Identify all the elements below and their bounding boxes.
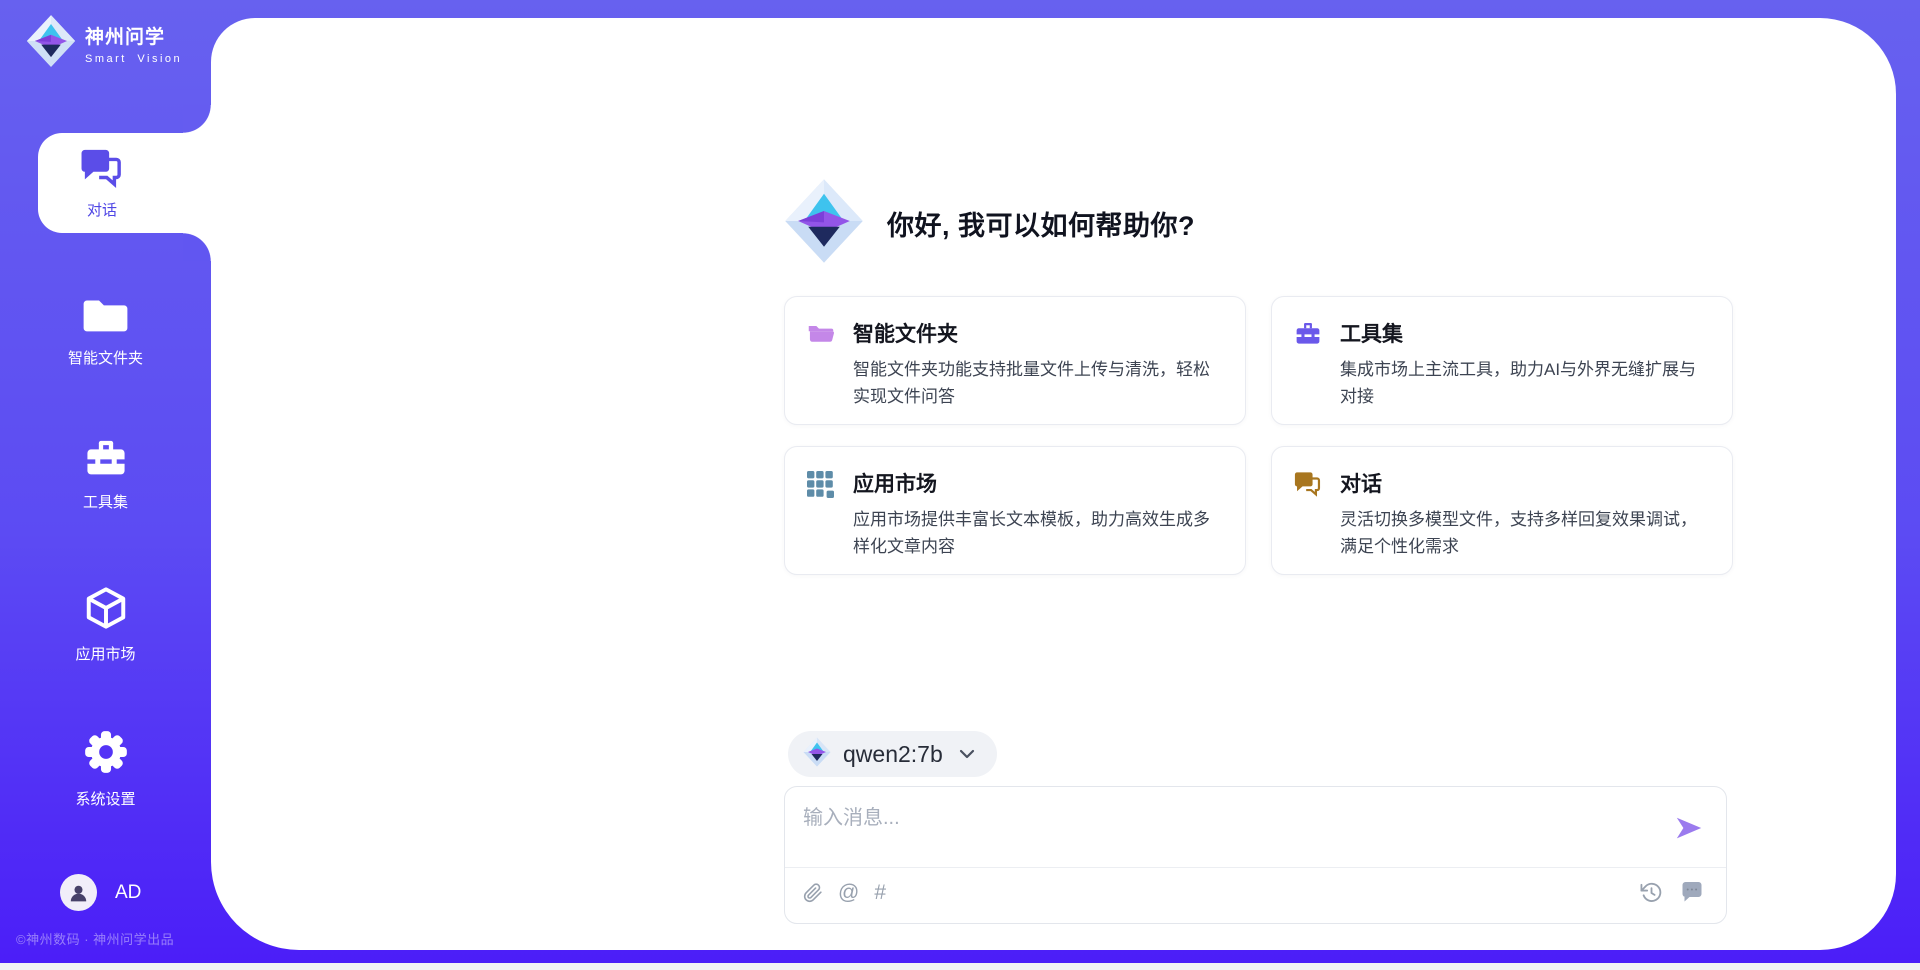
chevron-down-icon: [959, 749, 975, 760]
greeting-title: 你好, 我可以如何帮助你?: [887, 204, 1195, 243]
app-root: 你好, 我可以如何帮助你? 智能文件夹 智能文件夹功能支持批量文件上传与清洗，轻…: [0, 0, 1920, 970]
greeting-block: 你好, 我可以如何帮助你?: [783, 178, 1195, 269]
copyright-text: ©神州数码 · 神州问学出品: [16, 929, 174, 948]
feature-cards: 智能文件夹 智能文件夹功能支持批量文件上传与清洗，轻松实现文件问答: [784, 296, 1733, 575]
card-title: 应用市场: [853, 468, 1221, 498]
sidebar-item-app-market[interactable]: 应用市场: [0, 586, 211, 664]
card-description: 智能文件夹功能支持批量文件上传与清洗，轻松实现文件问答: [853, 357, 1221, 411]
tab-inner: 对话: [38, 133, 166, 233]
history-icon[interactable]: [1640, 881, 1663, 904]
card-title: 对话: [1340, 468, 1708, 498]
card-body: 对话 灵活切换多模型文件，支持多样回复效果调试，满足个性化需求: [1340, 468, 1708, 556]
message-composer: @ #: [784, 786, 1727, 924]
chat-bubbles-icon: [80, 148, 124, 193]
composer-tools-left: @ #: [803, 880, 886, 906]
message-input[interactable]: [803, 801, 1653, 859]
chat-icon: [1294, 468, 1324, 556]
card-smart-folder[interactable]: 智能文件夹 智能文件夹功能支持批量文件上传与清洗，轻松实现文件问答: [784, 296, 1246, 425]
card-app-market[interactable]: 应用市场 应用市场提供丰富长文本模板，助力高效生成多样化文章内容: [784, 446, 1246, 575]
card-body: 工具集 集成市场上主流工具，助力AI与外界无缝扩展与对接: [1340, 318, 1708, 406]
card-title: 工具集: [1340, 318, 1708, 348]
sidebar-item-toolset[interactable]: 工具集: [0, 438, 211, 512]
briefcase-icon: [1294, 318, 1324, 406]
sidebar-item-smart-folder[interactable]: 智能文件夹: [0, 293, 211, 368]
sidebar-item-label: 对话: [87, 199, 117, 220]
brand-diamond-logo-icon: [26, 14, 76, 73]
tab-fillet-top: [183, 105, 211, 133]
card-description: 集成市场上主流工具，助力AI与外界无缝扩展与对接: [1340, 357, 1708, 411]
composer-divider: [785, 867, 1726, 868]
folder-icon: [82, 293, 129, 339]
card-title: 智能文件夹: [853, 318, 1221, 348]
main-panel: 你好, 我可以如何帮助你? 智能文件夹 智能文件夹功能支持批量文件上传与清洗，轻…: [211, 18, 1896, 950]
card-chat[interactable]: 对话 灵活切换多模型文件，支持多样回复效果调试，满足个性化需求: [1271, 446, 1733, 575]
user-initials: AD: [115, 882, 141, 904]
sidebar-item-chat-active[interactable]: 对话: [38, 133, 213, 233]
brand-block: 神州问学 Smart Vision: [26, 14, 182, 73]
model-name: qwen2:7b: [843, 741, 943, 768]
model-selector[interactable]: qwen2:7b: [788, 731, 997, 777]
grid-icon: [807, 468, 837, 556]
paperclip-icon[interactable]: [803, 882, 823, 904]
briefcase-icon: [83, 438, 129, 483]
composer-tools-right: [1640, 880, 1704, 904]
cube-icon: [83, 586, 129, 635]
hashtag-icon[interactable]: #: [874, 880, 886, 906]
brand-diamond-logo-icon: [783, 178, 865, 269]
card-body: 应用市场 应用市场提供丰富长文本模板，助力高效生成多样化文章内容: [853, 468, 1221, 556]
sidebar: 神州问学 Smart Vision 对话: [0, 0, 211, 970]
send-icon[interactable]: [1674, 813, 1704, 843]
card-description: 灵活切换多模型文件，支持多样回复效果调试，满足个性化需求: [1340, 507, 1708, 561]
horizontal-scrollbar[interactable]: [0, 963, 1920, 970]
mention-at-icon[interactable]: @: [838, 880, 859, 906]
tab-fillet-bottom: [183, 233, 211, 261]
brand-subtitle: Smart Vision: [85, 53, 182, 65]
sidebar-item-label: 系统设置: [75, 788, 135, 809]
sidebar-item-label: 智能文件夹: [68, 347, 143, 368]
model-diamond-logo-icon: [803, 737, 831, 772]
card-description: 应用市场提供丰富长文本模板，助力高效生成多样化文章内容: [853, 507, 1221, 561]
brand-text: 神州问学 Smart Vision: [85, 22, 182, 65]
gear-icon: [83, 729, 129, 780]
card-toolset[interactable]: 工具集 集成市场上主流工具，助力AI与外界无缝扩展与对接: [1271, 296, 1733, 425]
message-square-icon[interactable]: [1679, 880, 1704, 904]
sidebar-item-settings[interactable]: 系统设置: [0, 729, 211, 809]
sidebar-item-label: 工具集: [83, 491, 128, 512]
card-body: 智能文件夹 智能文件夹功能支持批量文件上传与清洗，轻松实现文件问答: [853, 318, 1221, 406]
sidebar-item-label: 应用市场: [75, 643, 135, 664]
brand-name: 神州问学: [85, 22, 182, 49]
user-row[interactable]: AD: [60, 874, 141, 911]
avatar: [60, 874, 97, 911]
folder-open-icon: [807, 318, 837, 406]
